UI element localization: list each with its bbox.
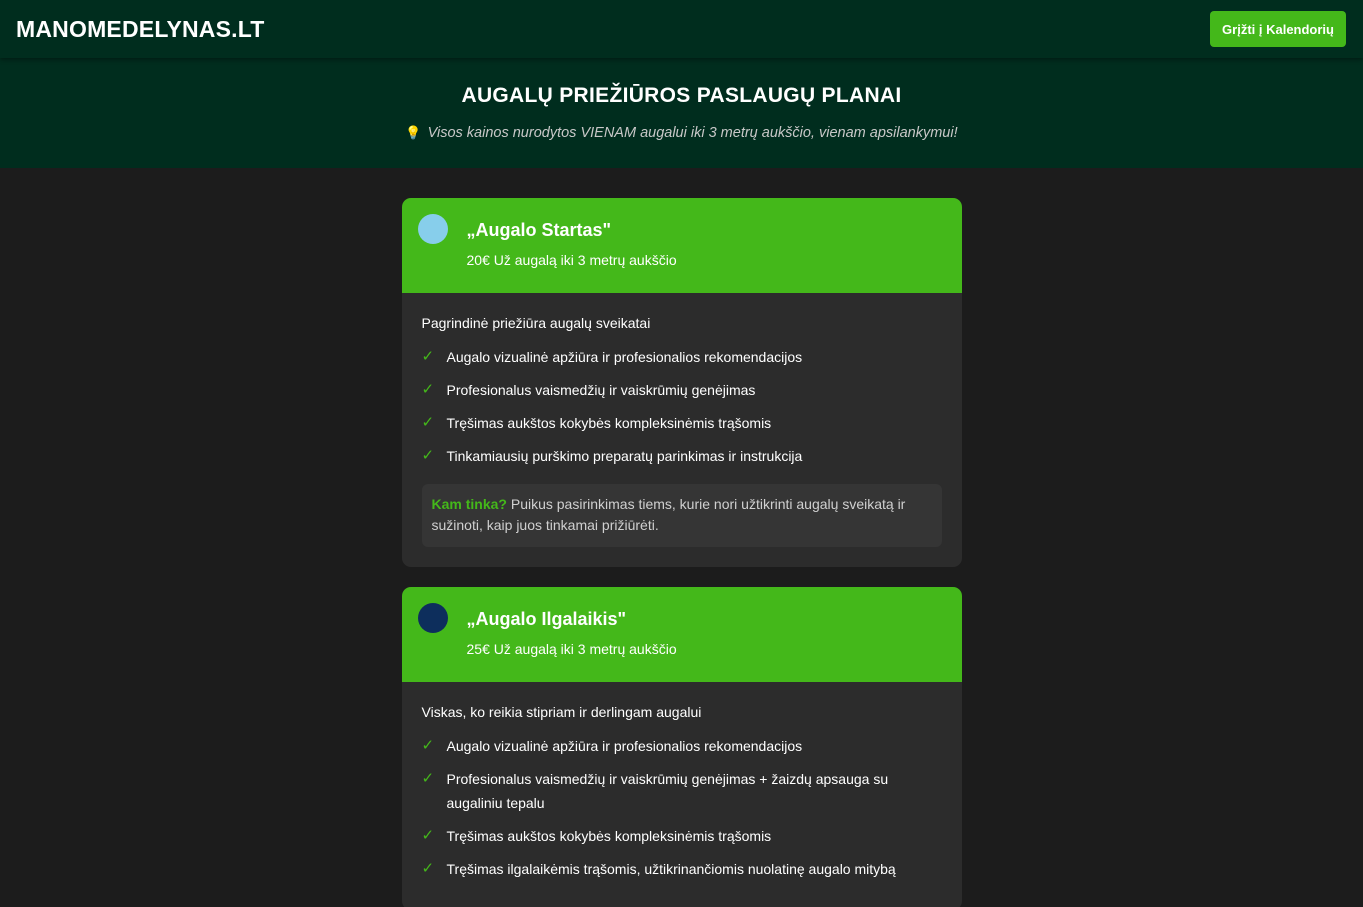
plan-name: „Augalo Startas"	[466, 220, 612, 240]
plan-header: „Augalo Ilgalaikis" 25€ Už augalą iki 3 …	[401, 587, 962, 682]
check-icon: ✓	[421, 348, 435, 365]
feature-list: ✓ Augalo vizualinė apžiūra ir profesional…	[422, 734, 942, 881]
feature-item: ✓ Tręšimas aukštos kokybės kompleksinėmis…	[422, 411, 942, 435]
feature-text: Tręšimas ilgalaikėmis trąšomis, užtikrin…	[446, 861, 896, 877]
check-icon: ✓	[421, 381, 435, 398]
plan-card-startas: „Augalo Startas" 20€ Už augalą iki 3 met…	[401, 198, 962, 567]
back-to-calendar-button[interactable]: Grįžti į Kalendorių	[1210, 11, 1346, 47]
top-navbar: MANOMEDELYNAS.LT Grįžti į Kalendorių	[0, 0, 1363, 58]
check-icon: ✓	[421, 770, 435, 787]
plan-header: „Augalo Startas" 20€ Už augalą iki 3 met…	[401, 198, 962, 293]
plan-color-dot	[417, 603, 448, 633]
plan-intro: Viskas, ko reikia stipriam ir derlingam …	[421, 704, 702, 720]
feature-text: Profesionalus vaismedžių ir vaiskrūmių g…	[446, 771, 889, 811]
price-note: 💡 Visos kainos nurodytos VIENAM augalui i…	[0, 125, 1363, 141]
feature-text: Profesionalus vaismedžių ir vaiskrūmių g…	[446, 382, 756, 398]
lightbulb-icon: 💡	[405, 125, 422, 140]
feature-text: Tręšimas aukštos kokybės kompleksinėmis …	[446, 415, 772, 431]
feature-item: ✓ Tręšimas ilgalaikėmis trąšomis, užtikri…	[422, 857, 942, 881]
feature-text: Augalo vizualinė apžiūra ir profesionali…	[446, 349, 803, 365]
plan-price: 25€ Už augalą iki 3 metrų aukščio	[466, 641, 677, 657]
feature-item: ✓ Profesionalus vaismedžių ir vaiskrūmių …	[422, 767, 942, 815]
page-title: AUGALŲ PRIEŽIŪROS PASLAUGŲ PLANAI	[461, 84, 902, 107]
plan-card-ilgalaikis: „Augalo Ilgalaikis" 25€ Už augalą iki 3 …	[401, 587, 962, 907]
page-hero: AUGALŲ PRIEŽIŪROS PASLAUGŲ PLANAI 💡 Visos…	[0, 58, 1363, 168]
plans-list: „Augalo Startas" 20€ Už augalą iki 3 met…	[401, 198, 962, 907]
plan-body: Pagrindinė priežiūra augalų sveikatai ✓ A…	[402, 293, 962, 567]
feature-item: ✓ Augalo vizualinė apžiūra ir profesional…	[422, 734, 942, 758]
feature-text: Tręšimas aukštos kokybės kompleksinėmis …	[446, 828, 772, 844]
plan-price: 20€ Už augalą iki 3 metrų aukščio	[466, 252, 677, 268]
feature-item: ✓ Augalo vizualinė apžiūra ir profesional…	[422, 345, 942, 369]
feature-item: ✓ Tręšimas aukštos kokybės kompleksinėmis…	[422, 824, 942, 848]
check-icon: ✓	[421, 827, 435, 844]
who-is-it-for-label: Kam tinka?	[431, 496, 507, 512]
check-icon: ✓	[421, 737, 435, 754]
feature-text: Augalo vizualinė apžiūra ir profesionali…	[446, 738, 803, 754]
feature-text: Tinkamiausių purškimo preparatų parinkim…	[446, 448, 803, 464]
feature-item: ✓ Tinkamiausių purškimo preparatų parinki…	[422, 444, 942, 468]
plan-body: Viskas, ko reikia stipriam ir derlingam …	[402, 682, 962, 907]
check-icon: ✓	[421, 414, 435, 431]
feature-list: ✓ Augalo vizualinė apžiūra ir profesional…	[422, 345, 942, 468]
feature-item: ✓ Profesionalus vaismedžių ir vaiskrūmių …	[422, 378, 942, 402]
site-logo[interactable]: MANOMEDELYNAS.LT	[16, 16, 265, 43]
price-note-text: Visos kainos nurodytos VIENAM augalui ik…	[427, 125, 958, 141]
check-icon: ✓	[421, 860, 435, 877]
who-is-it-for-box: Kam tinka? Puikus pasirinkimas tiems, ku…	[421, 484, 942, 547]
plan-name: „Augalo Ilgalaikis"	[466, 609, 627, 629]
plan-intro: Pagrindinė priežiūra augalų sveikatai	[421, 315, 651, 331]
plan-color-dot	[417, 214, 448, 244]
check-icon: ✓	[421, 447, 435, 464]
